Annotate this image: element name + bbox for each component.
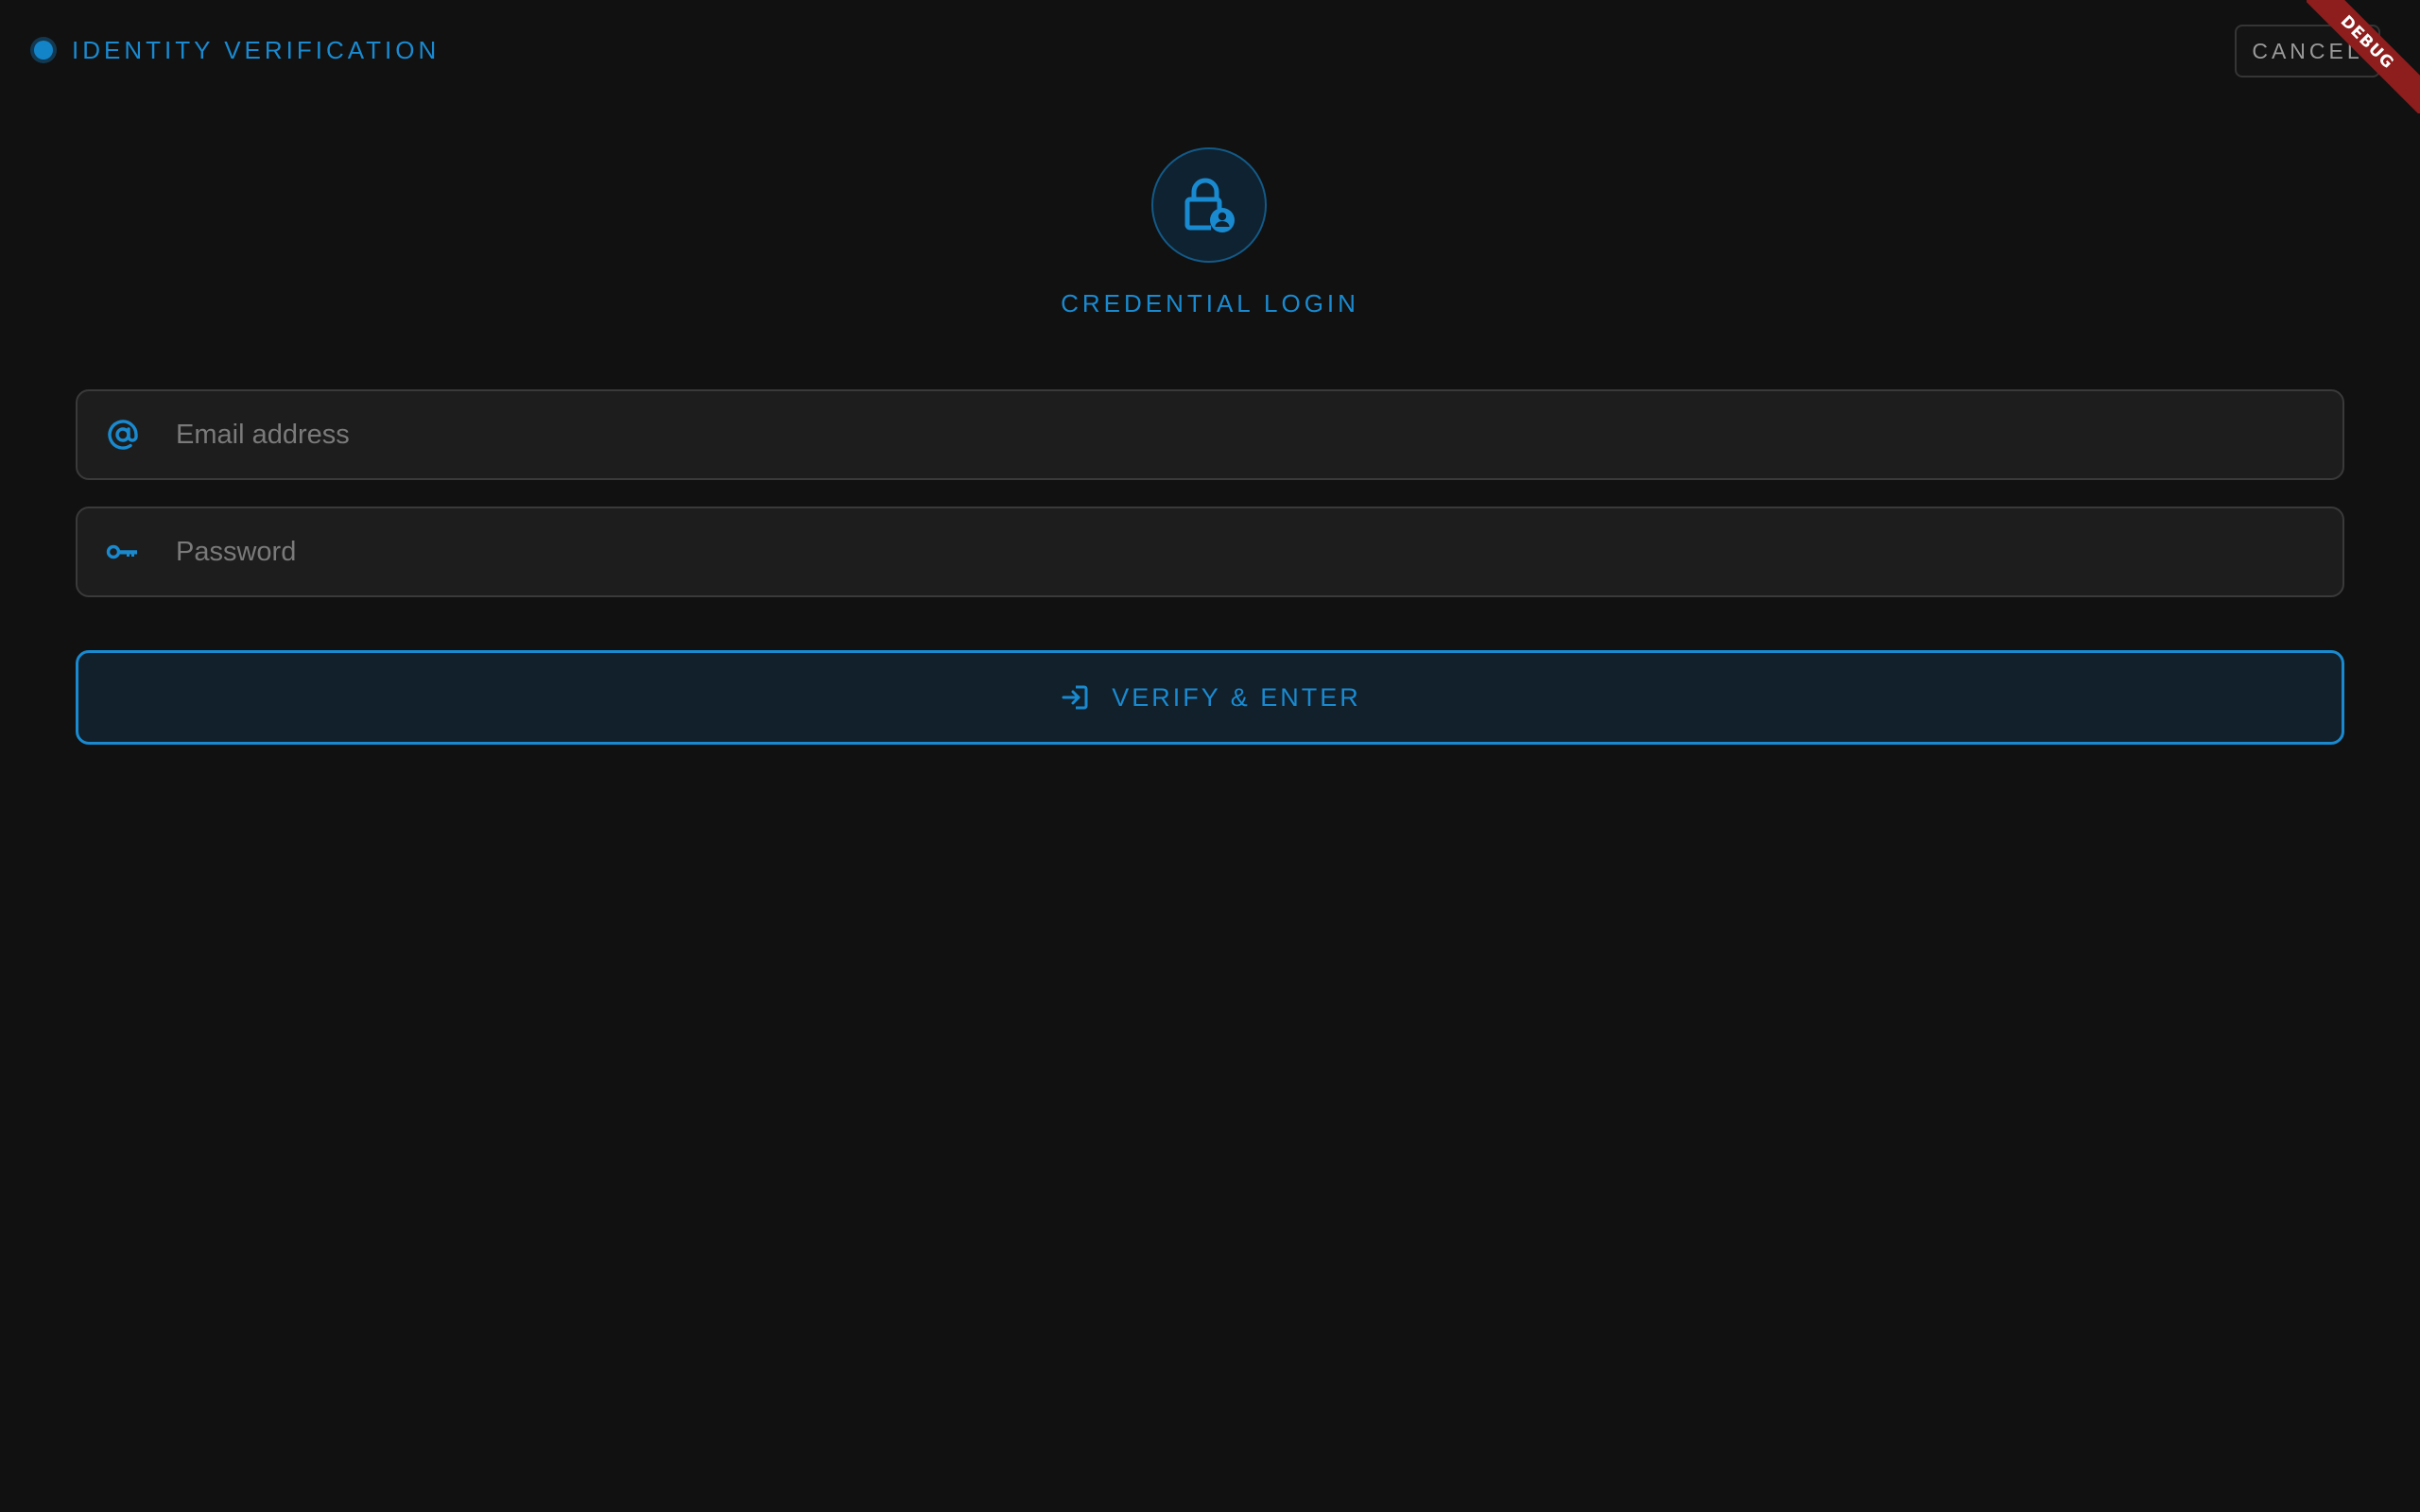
cancel-button[interactable]: CANCEL bbox=[2235, 25, 2380, 77]
header-title: IDENTITY VERIFICATION bbox=[72, 35, 441, 64]
verify-and-enter-button[interactable]: VERIFY & ENTER bbox=[76, 650, 2344, 745]
login-icon bbox=[1059, 681, 1091, 713]
app-header: IDENTITY VERIFICATION bbox=[34, 34, 440, 66]
key-icon bbox=[104, 533, 142, 571]
password-input[interactable] bbox=[174, 523, 2342, 581]
identity-verification-screen: IDENTITY VERIFICATION CANCEL DEBUG CREDE… bbox=[0, 0, 2420, 1512]
password-field[interactable] bbox=[76, 507, 2344, 597]
verify-and-enter-label: VERIFY & ENTER bbox=[1112, 682, 1361, 712]
email-field[interactable] bbox=[76, 389, 2344, 480]
status-dot-icon bbox=[34, 41, 53, 60]
credential-login-title: CREDENTIAL LOGIN bbox=[1061, 289, 1359, 318]
lock-person-icon bbox=[1151, 147, 1267, 263]
email-input[interactable] bbox=[174, 405, 2342, 464]
at-sign-icon bbox=[104, 416, 142, 454]
